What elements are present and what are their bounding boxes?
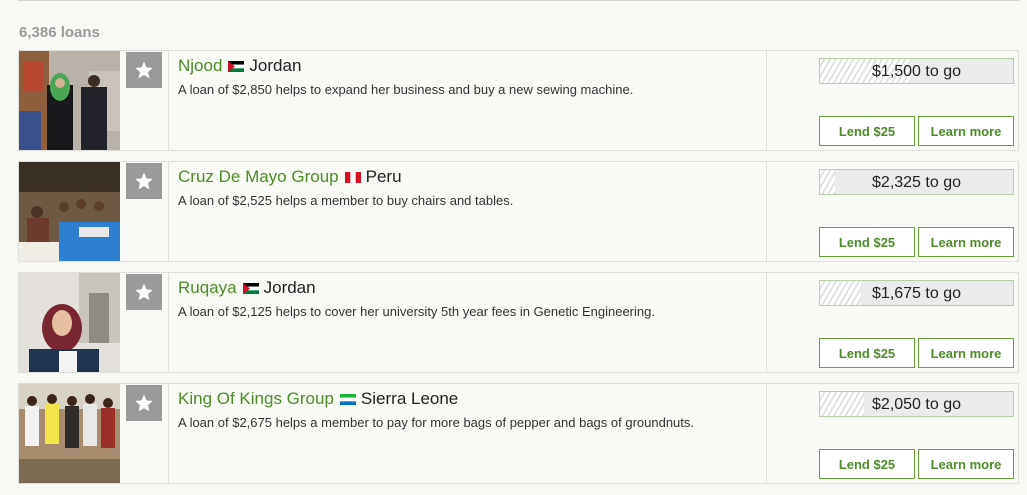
loan-card: King Of Kings Group Sierra Leone A loan … xyxy=(18,383,1019,484)
column-divider xyxy=(766,51,767,150)
amount-to-go: $2,050 to go xyxy=(872,396,961,413)
country-name: Peru xyxy=(365,167,402,186)
amount-to-go: $2,325 to go xyxy=(872,174,961,191)
favorite-star-button[interactable] xyxy=(126,385,162,421)
loan-count: 6,386 loans xyxy=(19,24,100,41)
column-divider xyxy=(168,162,169,261)
favorite-star-button[interactable] xyxy=(126,163,162,199)
column-divider xyxy=(168,51,169,150)
loan-card: Cruz De Mayo Group Peru A loan of $2,525… xyxy=(18,161,1019,262)
funding-progress-bar: $2,050 to go xyxy=(819,391,1014,417)
loan-headline: Ruqaya Jordan xyxy=(178,278,316,298)
lend-button[interactable]: Lend $25 xyxy=(819,449,915,479)
column-divider xyxy=(766,273,767,372)
star-icon xyxy=(135,283,153,301)
jordan-flag-icon xyxy=(228,60,245,72)
loan-card: Ruqaya Jordan A loan of $2,125 helps to … xyxy=(18,272,1019,373)
lend-button[interactable]: Lend $25 xyxy=(819,116,915,146)
star-icon xyxy=(135,394,153,412)
funding-progress-bar: $1,675 to go xyxy=(819,280,1014,306)
loan-description: A loan of $2,525 helps a member to buy c… xyxy=(178,193,514,208)
top-divider xyxy=(18,0,1020,1)
loan-headline: Cruz De Mayo Group Peru xyxy=(178,167,402,187)
borrower-name-link[interactable]: Ruqaya xyxy=(178,278,237,298)
column-divider xyxy=(766,162,767,261)
borrower-name-link[interactable]: Njood xyxy=(178,56,222,76)
learn-more-button[interactable]: Learn more xyxy=(918,449,1014,479)
funding-progress-bar: $1,500 to go xyxy=(819,58,1014,84)
lend-button[interactable]: Lend $25 xyxy=(819,227,915,257)
country-name: Sierra Leone xyxy=(360,389,459,408)
sierra-leone-flag-icon xyxy=(339,393,356,405)
loan-headline: King Of Kings Group Sierra Leone xyxy=(178,389,458,409)
star-icon xyxy=(135,172,153,190)
star-icon xyxy=(135,61,153,79)
column-divider xyxy=(168,384,169,483)
jordan-flag-icon xyxy=(242,282,259,294)
amount-to-go: $1,675 to go xyxy=(872,285,961,302)
learn-more-button[interactable]: Learn more xyxy=(918,116,1014,146)
loan-description: A loan of $2,850 helps to expand her bus… xyxy=(178,82,634,97)
borrower-name-link[interactable]: Cruz De Mayo Group xyxy=(178,167,339,187)
funding-progress-bar: $2,325 to go xyxy=(819,169,1014,195)
favorite-star-button[interactable] xyxy=(126,274,162,310)
loan-description: A loan of $2,675 helps a member to pay f… xyxy=(178,415,695,430)
favorite-star-button[interactable] xyxy=(126,52,162,88)
loan-description: A loan of $2,125 helps to cover her univ… xyxy=(178,304,655,319)
borrower-photo[interactable] xyxy=(19,384,120,483)
column-divider xyxy=(766,384,767,483)
learn-more-button[interactable]: Learn more xyxy=(918,227,1014,257)
lend-button[interactable]: Lend $25 xyxy=(819,338,915,368)
loan-card: Njood Jordan A loan of $2,850 helps to e… xyxy=(18,50,1019,151)
borrower-photo[interactable] xyxy=(19,273,120,372)
borrower-name-link[interactable]: King Of Kings Group xyxy=(178,389,334,409)
loan-headline: Njood Jordan xyxy=(178,56,301,76)
amount-to-go: $1,500 to go xyxy=(872,63,961,80)
country-name: Jordan xyxy=(249,56,302,75)
borrower-photo[interactable] xyxy=(19,51,120,150)
column-divider xyxy=(168,273,169,372)
peru-flag-icon xyxy=(344,171,361,183)
borrower-photo[interactable] xyxy=(19,162,120,261)
learn-more-button[interactable]: Learn more xyxy=(918,338,1014,368)
country-name: Jordan xyxy=(263,278,316,297)
